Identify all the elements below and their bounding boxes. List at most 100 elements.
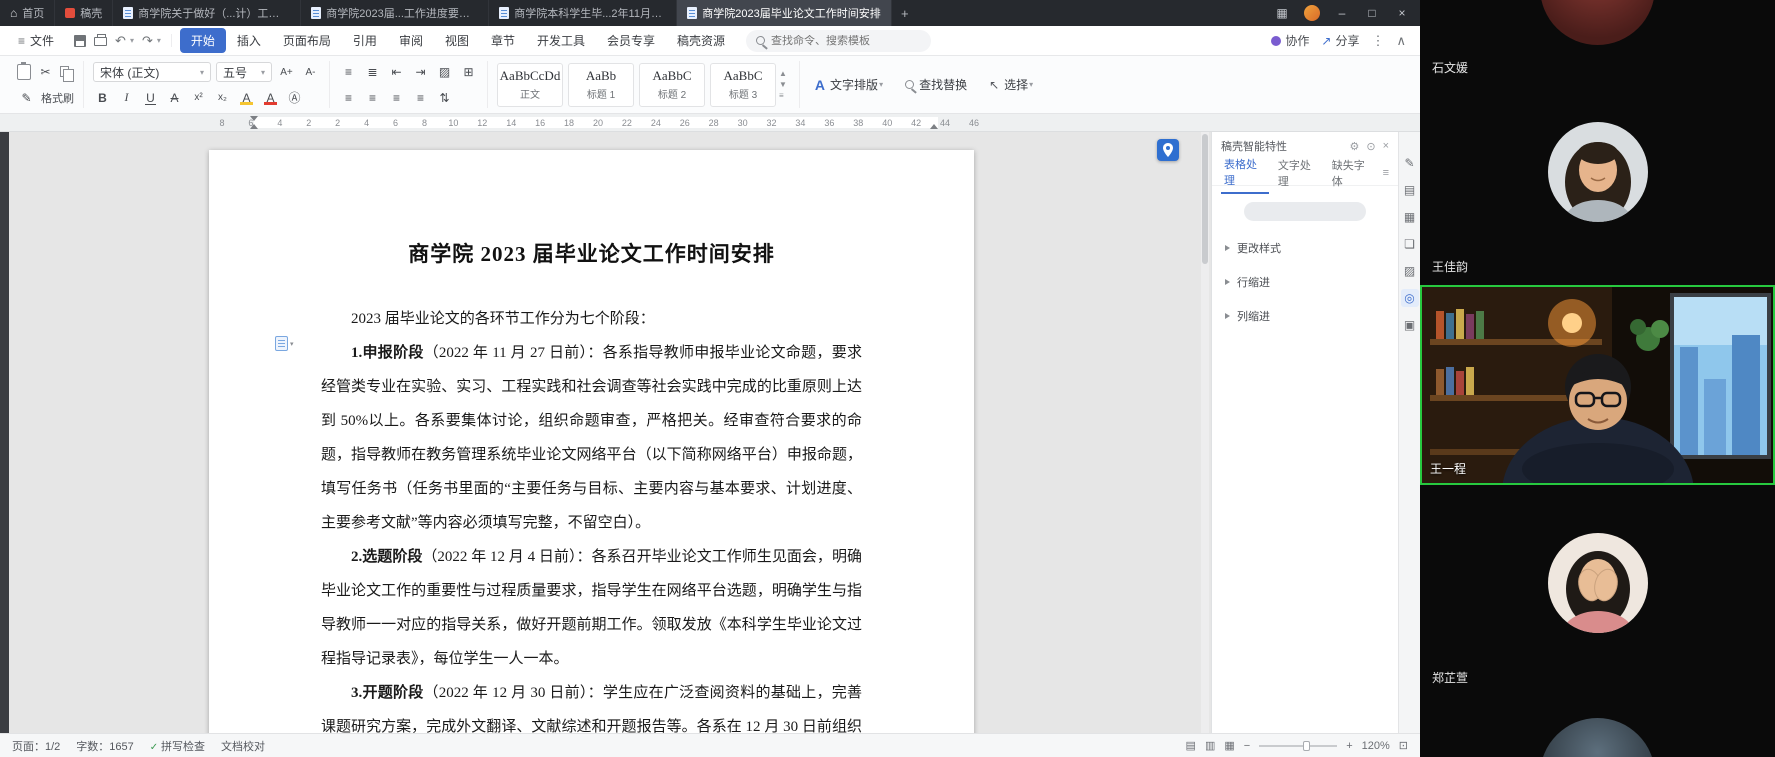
gallery-up-icon[interactable]: ▲ [779, 69, 787, 78]
zoom-out-button[interactable]: − [1244, 740, 1250, 752]
note-icon[interactable]: ❏ [1401, 235, 1419, 253]
file-menu-button[interactable]: ≡ 文件 [8, 29, 64, 52]
pen-icon[interactable]: ✎ [1401, 154, 1419, 172]
apps-grid-icon[interactable]: ▦ [1268, 0, 1296, 26]
strikethrough-button[interactable]: A [165, 88, 184, 107]
gear-icon[interactable]: ⚙ [1349, 140, 1359, 153]
panel-tab-text[interactable]: 文字处理 [1275, 153, 1323, 193]
align-right-icon[interactable]: ≡ [387, 88, 406, 107]
find-replace-button[interactable]: 查找替换 [899, 76, 973, 93]
share-button[interactable]: ↗ 分享 [1321, 32, 1359, 49]
menu-item[interactable]: 开发工具 [526, 28, 596, 53]
menu-item[interactable]: 视图 [434, 28, 480, 53]
panel-section-row[interactable]: 更改样式 [1212, 231, 1398, 265]
panel-section-row[interactable]: 列缩进 [1212, 299, 1398, 333]
style-card[interactable]: AaBbCcDd 正文 [497, 63, 563, 107]
more-icon[interactable]: ⋮ [1371, 34, 1384, 47]
decrease-indent-icon[interactable]: ⇤ [387, 62, 406, 81]
shading-icon[interactable]: ▨ [435, 62, 454, 81]
grow-font-button[interactable]: A+ [277, 63, 296, 82]
document-page[interactable]: 商学院 2023 届毕业论文工作时间安排 2023 届毕业论文的各环节工作分为七… [209, 150, 974, 733]
format-painter-label[interactable]: 格式刷 [41, 90, 74, 106]
search-input[interactable] [771, 35, 921, 47]
justify-icon[interactable]: ≡ [411, 88, 430, 107]
gallery-down-icon[interactable]: ▼ [779, 80, 787, 89]
panel-menu-icon[interactable]: ≡ [1383, 167, 1389, 179]
participant-1-avatar[interactable] [1540, 0, 1655, 45]
align-center-icon[interactable]: ≡ [363, 88, 382, 107]
location-pin-button[interactable] [1157, 139, 1179, 161]
style-card[interactable]: AaBb 标题 1 [568, 63, 634, 107]
tab-app[interactable]: 稿壳 [55, 0, 113, 26]
zoom-slider-thumb[interactable] [1303, 741, 1310, 751]
highlight-color-button[interactable]: A [237, 88, 256, 107]
redo-dropdown-icon[interactable]: ▾ [157, 36, 161, 45]
font-color-button[interactable]: A [261, 88, 280, 107]
menu-item-home[interactable]: 开始 [180, 28, 226, 53]
panel-section-row[interactable]: 行缩进 [1212, 265, 1398, 299]
doc-tab-1[interactable]: 商学院关于做好（...计）工作的通知 [113, 0, 301, 26]
redo-icon[interactable]: ↷ [142, 34, 153, 47]
undo-icon[interactable]: ↶ [115, 34, 126, 47]
print-icon[interactable] [94, 37, 107, 46]
zoom-slider[interactable] [1259, 745, 1337, 747]
view-mode-3-icon[interactable]: ▦ [1224, 739, 1234, 752]
doc-tab-3[interactable]: 商学院本科学生毕...2年11月修订） [489, 0, 677, 26]
increase-indent-icon[interactable]: ⇥ [411, 62, 430, 81]
bold-button[interactable]: B [93, 88, 112, 107]
save-icon[interactable] [74, 35, 86, 47]
panel-tab-table[interactable]: 表格处理 [1221, 152, 1269, 194]
doc-tab-4-active[interactable]: 商学院2023届毕业论文工作时间安排 [677, 0, 891, 26]
book-icon[interactable]: ▣ [1401, 316, 1419, 334]
format-painter-icon[interactable]: ✎ [17, 88, 36, 107]
scrollbar-thumb[interactable] [1202, 134, 1208, 264]
doc-tab-2[interactable]: 商学院2023届...工作进度要求表 [301, 0, 489, 26]
fit-page-icon[interactable]: ⊡ [1399, 739, 1408, 752]
panel-tab-fonts[interactable]: 缺失字体 [1329, 153, 1377, 193]
numbering-icon[interactable]: ≣ [363, 62, 382, 81]
style-card[interactable]: AaBbC 标题 3 [710, 63, 776, 107]
undo-dropdown-icon[interactable]: ▾ [130, 36, 134, 45]
grid-icon[interactable]: ▦ [1401, 208, 1419, 226]
gallery-more-icon[interactable]: ≡ [779, 91, 787, 100]
copy-icon[interactable] [60, 66, 69, 77]
participant-2-avatar[interactable] [1548, 122, 1648, 222]
menu-item[interactable]: 章节 [480, 28, 526, 53]
italic-button[interactable]: I [117, 88, 136, 107]
subscript-button[interactable]: x₂ [213, 88, 232, 107]
hanging-indent-marker[interactable] [250, 124, 258, 129]
character-border-button[interactable]: Ⓐ [285, 88, 304, 107]
spell-check[interactable]: ✓ 拼写检查 [150, 738, 205, 754]
menu-item[interactable]: 插入 [226, 28, 272, 53]
active-speaker-video[interactable]: 王一程 [1420, 285, 1775, 485]
right-indent-marker[interactable] [930, 124, 938, 129]
shrink-font-button[interactable]: A- [301, 63, 320, 82]
select-button[interactable]: ↖ 选择 ▾ [983, 76, 1039, 93]
participant-5-avatar[interactable] [1540, 718, 1655, 757]
font-size-combo[interactable]: 五号 ▾ [216, 62, 272, 82]
outline-icon[interactable]: ▤ [1401, 181, 1419, 199]
menu-item[interactable]: 引用 [342, 28, 388, 53]
navigation-icon[interactable]: ◎ [1401, 289, 1419, 307]
pin-panel-icon[interactable]: ⊙ [1366, 140, 1375, 153]
line-spacing-icon[interactable]: ⇅ [435, 88, 454, 107]
text-layout-button[interactable]: A 文字排版 ▾ [809, 76, 889, 93]
underline-button[interactable]: U [141, 88, 160, 107]
cut-icon[interactable]: ✂ [36, 62, 55, 81]
close-button[interactable]: × [1388, 0, 1416, 26]
menu-item[interactable]: 会员专享 [596, 28, 666, 53]
first-line-indent-marker[interactable] [250, 116, 258, 121]
tab-home[interactable]: ⌂ 首页 [0, 0, 55, 26]
align-left-icon[interactable]: ≡ [339, 88, 358, 107]
zoom-in-button[interactable]: + [1346, 740, 1352, 752]
collaborate-button[interactable]: 协作 [1271, 32, 1309, 49]
user-avatar[interactable] [1304, 5, 1320, 21]
document-proof[interactable]: 文档校对 [221, 738, 265, 754]
menu-item[interactable]: 稿壳资源 [666, 28, 736, 53]
word-count[interactable]: 字数：1657 [76, 738, 133, 754]
view-mode-1-icon[interactable]: ▤ [1186, 739, 1196, 752]
minimize-button[interactable]: – [1328, 0, 1356, 26]
menu-item[interactable]: 页面布局 [272, 28, 342, 53]
paste-icon[interactable] [17, 64, 31, 80]
borders-icon[interactable]: ⊞ [459, 62, 478, 81]
